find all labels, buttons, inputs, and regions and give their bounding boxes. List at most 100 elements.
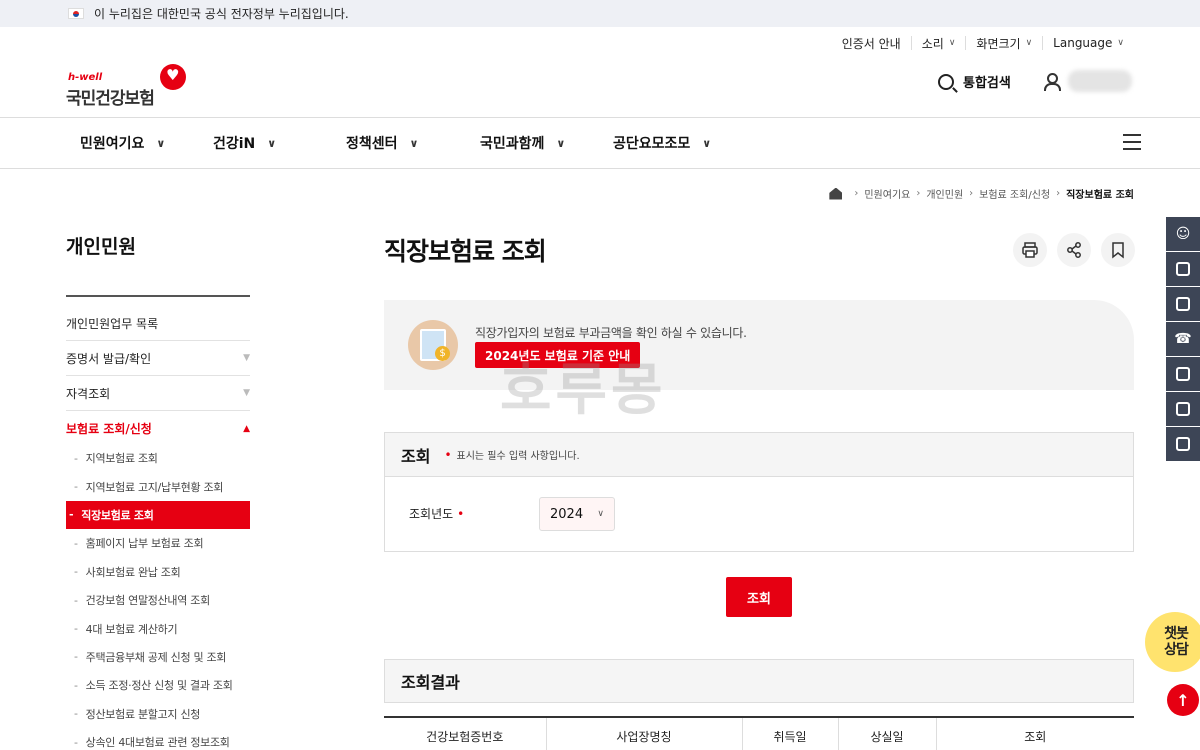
breadcrumb-separator: › [969,188,974,199]
chevron-down-icon: ∨ [1117,38,1124,48]
page-title: 직장보험료 조회 [384,237,547,266]
util-screen-size[interactable]: 화면크기 ∨ [965,36,1042,51]
gnb-label: 공단요모조모 [613,136,691,152]
search-icon [938,73,954,90]
table-header-row: 건강보험증번호 사업장명칭 취득일 상실일 조회 [384,717,1134,750]
query-title: 조회 [401,446,431,466]
bookmark-button[interactable] [1101,233,1135,267]
column-header: 사업장명칭 [546,717,743,750]
lock-icon [1176,367,1190,381]
gnb-item-together[interactable]: 국민과함께 ∨ [480,118,565,168]
year-select[interactable]: 2024 ∨ [539,497,615,531]
chevron-down-icon: ∨ [702,136,712,150]
search-label: 통합검색 [963,76,1011,91]
site-logo[interactable]: h-well 국민건강보험 [66,62,186,109]
sidebar-subitem-label: 건강보험 연말정산내역 조회 [85,594,211,608]
util-certificate-guide[interactable]: 인증서 안내 [832,36,911,51]
breadcrumb-current: 직장보험료 조회 [1066,190,1134,201]
util-label: 소리 [921,36,944,51]
quick-user-button[interactable]: ☺ [1166,217,1200,251]
sidebar-subitem[interactable]: - 홈페이지 납부 보험료 조회 [66,529,250,557]
util-label: Language [1053,36,1113,50]
chatbot-button[interactable]: 챗봇 상담 [1145,612,1200,672]
sidebar-item-qualification[interactable]: 자격조회 ▼ [66,376,250,411]
year-select-value: 2024 [550,506,584,522]
print-button[interactable] [1013,233,1047,267]
sidebar-subitem[interactable]: - 정산보험료 분할고지 신청 [66,700,250,728]
breadcrumb-separator: › [1056,188,1061,199]
user-menu[interactable] [1042,70,1132,92]
sidebar-item-certificate[interactable]: 증명서 발급/확인 ▼ [66,341,250,376]
gnb-item-about[interactable]: 공단요모조모 ∨ [613,118,711,168]
all-menu-icon[interactable] [1123,134,1141,150]
util-sound[interactable]: 소리 ∨ [910,36,966,51]
scroll-top-button[interactable]: ↑ [1167,684,1199,716]
sidebar-subitem[interactable]: -4대 보험료 계산하기 [66,614,250,642]
sidebar-subitem-label: 정산보험료 분할고지 신청 [85,707,201,721]
sidebar-subitem[interactable]: - 지역보험료 조회 [66,444,250,472]
integrated-search-button[interactable]: 통합검색 [938,72,1011,91]
document-icon [1176,262,1190,276]
list-icon [1176,402,1190,416]
sidebar-subitem[interactable]: - 건강보험 연말정산내역 조회 [66,586,250,614]
user-name-blurred [1068,70,1132,92]
sidebar-subitem[interactable]: - 사회보험료 완납 조회 [66,558,250,586]
query-header: 조회 • 표시는 필수 입력 사항입니다. [385,433,1133,477]
breadcrumb-item[interactable]: 보험료 조회/신청 [979,186,1050,201]
sidebar-subitem-label: 직장보험료 조회 [81,508,154,522]
util-label: 인증서 안내 [841,36,901,51]
gnb-item-policy[interactable]: 정책센터 ∨ [346,118,418,168]
sidebar-subitem-label: 사회보험료 완납 조회 [85,565,181,579]
document-coin-icon [408,320,458,370]
search-button[interactable]: 조회 [726,577,792,617]
quick-document-button[interactable] [1166,252,1200,286]
share-button[interactable] [1057,233,1091,267]
user-icon [1042,72,1061,91]
query-row: 조회년도 • [385,477,1133,551]
util-language[interactable]: Language ∨ [1042,36,1134,50]
chevron-down-icon: ∨ [409,136,419,150]
monitor-icon [1176,297,1190,311]
breadcrumb-item[interactable]: 개인민원 [926,186,963,201]
result-table: 건강보험증번호 사업장명칭 취득일 상실일 조회 [384,716,1134,750]
korea-flag-icon [68,8,84,19]
gnb-label: 국민과함께 [480,136,545,152]
sidebar-item-label: 자격조회 [66,386,111,401]
gnb-item-health[interactable]: 건강iN ∨ [213,118,276,168]
sidebar-item-list[interactable]: 개인민원업무 목록 [66,306,250,341]
sidebar-subitem[interactable]: - 주택금융부채 공제 신청 및 조회 [66,643,250,671]
column-header: 취득일 [742,717,839,750]
gnb-item-civil[interactable]: 민원여기요 ∨ [80,118,165,168]
result-title: 조회결과 [384,659,1134,703]
chatbot-label-line2: 상담 [1164,642,1189,658]
chevron-down-icon: ∨ [1025,38,1033,48]
required-note-text: 표시는 필수 입력 사항입니다. [456,451,580,462]
quick-menu-bar: ☺ ☎ [1166,217,1200,462]
sidebar-subitem[interactable]: - 소득 조정·정산 신청 및 결과 조회 [66,671,250,699]
chevron-down-icon: ∨ [267,136,277,150]
column-header: 조회 [1024,730,1047,744]
chevron-down-icon: ∨ [948,38,956,48]
home-icon[interactable] [829,187,843,200]
user-icon: ☺ [1175,226,1191,242]
sidebar-subitem[interactable]: - 상속인 4대보험료 관련 정보조회 [66,728,250,750]
query-form: 조회 • 표시는 필수 입력 사항입니다. 조회년도 • [384,432,1134,552]
sidebar-subitem[interactable]: - 지역보험료 고지/납부현황 조회 [66,472,250,500]
quick-lock-button[interactable] [1166,357,1200,391]
sidebar-subitem-active[interactable]: - 직장보험료 조회 [66,500,250,530]
quick-phone-button[interactable]: ☎ [1166,322,1200,356]
watermark: 호루몽 [500,358,667,423]
copy-icon [1176,437,1190,451]
sidebar-subitem-label: 4대 보험료 계산하기 [85,622,178,636]
phone-icon: ☎ [1174,331,1192,347]
arrow-up-icon: ↑ [1176,690,1190,710]
quick-monitor-button[interactable] [1166,287,1200,321]
sidebar-item-premium[interactable]: 보험료 조회/신청 ▲ [66,411,250,446]
triangle-up-icon: ▲ [243,423,250,434]
quick-copy-button[interactable] [1166,427,1200,461]
sidebar-item-label: 증명서 발급/확인 [66,351,152,366]
breadcrumb-item[interactable]: 민원여기요 [864,186,910,201]
sidebar-subitem-label: 상속인 4대보험료 관련 정보조회 [85,736,230,750]
logo-name: 국민건강보험 [66,89,155,109]
quick-list-button[interactable] [1166,392,1200,426]
